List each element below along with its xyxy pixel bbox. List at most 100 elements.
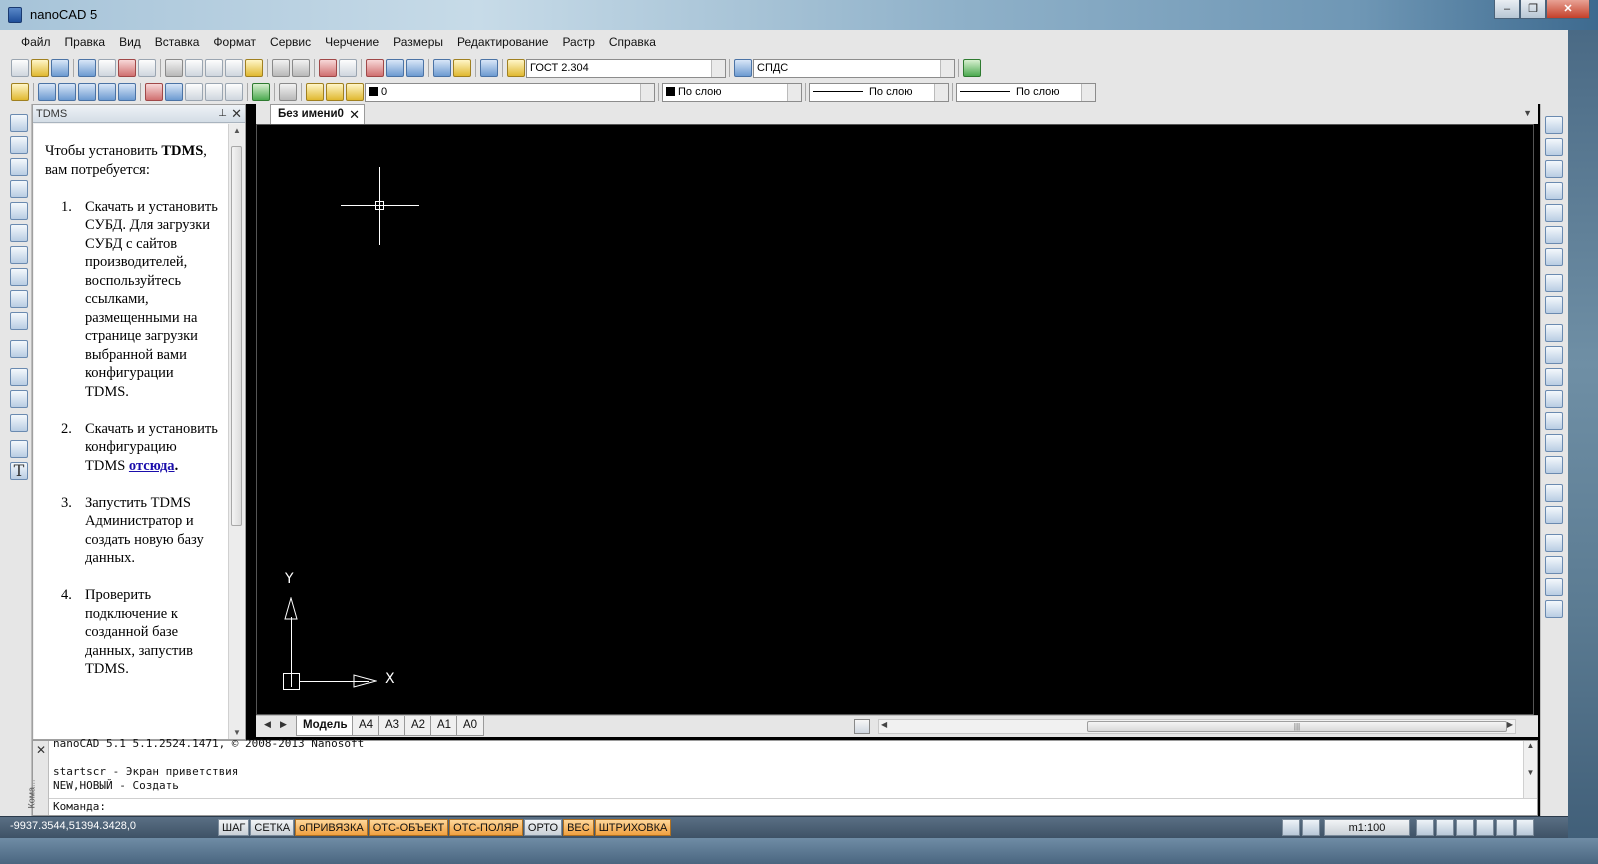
ortho-icon[interactable] bbox=[78, 83, 96, 101]
status-toggle-button[interactable]: ШАГ bbox=[218, 819, 250, 836]
layout-tab[interactable]: A0 bbox=[456, 716, 485, 736]
zoom-extents-icon[interactable] bbox=[386, 59, 404, 77]
regen-icon[interactable] bbox=[1496, 819, 1514, 836]
menu-item[interactable]: Редактирование bbox=[450, 30, 555, 54]
scroll-thumb[interactable] bbox=[231, 146, 242, 526]
point-icon[interactable] bbox=[10, 414, 28, 432]
menu-item[interactable]: Черчение bbox=[318, 30, 386, 54]
publish-icon[interactable] bbox=[138, 59, 156, 77]
angle-icon[interactable] bbox=[165, 83, 183, 101]
lineweight-select[interactable]: По слою bbox=[956, 82, 1096, 102]
trim-icon[interactable] bbox=[1545, 324, 1563, 342]
print-icon[interactable] bbox=[78, 59, 96, 77]
copy-object-icon[interactable] bbox=[1545, 138, 1563, 156]
menu-item[interactable]: Сервис bbox=[263, 30, 318, 54]
dim-style-select[interactable]: СПДС bbox=[753, 58, 955, 78]
layout-next-icon[interactable]: ▶ bbox=[280, 719, 287, 730]
cloud-icon[interactable] bbox=[10, 268, 28, 286]
open-file-icon[interactable] bbox=[31, 59, 49, 77]
array-icon[interactable] bbox=[1545, 204, 1563, 222]
settings-icon[interactable] bbox=[279, 83, 297, 101]
pin-icon[interactable]: ⊥ bbox=[218, 105, 227, 123]
line-icon[interactable] bbox=[10, 114, 28, 132]
offset-icon[interactable] bbox=[1545, 182, 1563, 200]
rectangle-icon[interactable] bbox=[10, 202, 28, 220]
paste-special-icon[interactable] bbox=[225, 59, 243, 77]
distance-icon[interactable] bbox=[433, 59, 451, 77]
copy-icon[interactable] bbox=[185, 59, 203, 77]
zoom-window-status-icon[interactable] bbox=[1456, 819, 1474, 836]
scroll-up-icon[interactable]: ▲ bbox=[232, 126, 242, 135]
menu-item[interactable]: Правка bbox=[58, 30, 113, 54]
polar-icon[interactable] bbox=[145, 83, 163, 101]
scroll-left-icon[interactable]: ◀ bbox=[881, 720, 887, 729]
layout-tab[interactable]: Модель bbox=[296, 716, 355, 736]
lengthen-icon[interactable] bbox=[1545, 456, 1563, 474]
command-window-handle[interactable]: ✕ Кома... bbox=[26, 741, 49, 815]
new-file-icon[interactable] bbox=[11, 59, 29, 77]
status-toggle-button[interactable]: ШТРИХОВКА bbox=[594, 819, 672, 836]
panel-close-icon[interactable]: ✕ bbox=[231, 105, 242, 123]
command-scrollbar[interactable]: ▲ ▼ bbox=[1523, 741, 1537, 798]
check-icon[interactable] bbox=[252, 83, 270, 101]
text-style-select[interactable]: ГОСТ 2.304 bbox=[526, 58, 726, 78]
menu-item[interactable]: Растр bbox=[555, 30, 601, 54]
spds-icon[interactable] bbox=[963, 59, 981, 77]
status-toggle-button[interactable]: ВЕС bbox=[563, 819, 594, 836]
ellipse-icon[interactable] bbox=[10, 312, 28, 330]
layer-lock-icon[interactable] bbox=[346, 83, 364, 101]
image-icon[interactable] bbox=[10, 390, 28, 408]
zoom-realtime-icon[interactable] bbox=[1436, 819, 1454, 836]
horizontal-scrollbar[interactable]: ◀ ||| ▶ bbox=[878, 719, 1516, 734]
layout-tab[interactable]: A2 bbox=[404, 716, 433, 736]
status-toggle-button[interactable]: СЕТКА bbox=[250, 819, 295, 836]
edit-icon[interactable] bbox=[1545, 506, 1563, 524]
chamfer-icon[interactable] bbox=[1545, 412, 1563, 430]
mirror-icon[interactable] bbox=[1545, 160, 1563, 178]
layout-switch-icon[interactable] bbox=[854, 719, 870, 734]
circle-icon[interactable] bbox=[10, 246, 28, 264]
status-toggle-button[interactable]: ОТС-ОБЪЕКТ bbox=[368, 819, 449, 836]
ungroup-icon[interactable] bbox=[1545, 556, 1563, 574]
panel-scrollbar[interactable]: ▲ ▼ bbox=[228, 124, 244, 739]
close-button[interactable]: ✕ bbox=[1546, 0, 1590, 19]
table-icon[interactable] bbox=[10, 440, 28, 458]
select-icon[interactable] bbox=[38, 83, 56, 101]
save-icon[interactable] bbox=[51, 59, 69, 77]
print-preview-icon[interactable] bbox=[98, 59, 116, 77]
annotation-scale[interactable]: m1:100 bbox=[1324, 819, 1410, 836]
text-icon[interactable]: T bbox=[10, 462, 28, 480]
menu-item[interactable]: Справка bbox=[602, 30, 663, 54]
status-toggle-button[interactable]: оПРИВЯЗКА bbox=[295, 819, 368, 836]
snap-icon[interactable] bbox=[118, 83, 136, 101]
zoom-window-icon[interactable] bbox=[366, 59, 384, 77]
scroll-down-icon[interactable]: ▼ bbox=[232, 728, 242, 737]
help-icon[interactable] bbox=[480, 59, 498, 77]
layer-freeze-icon[interactable] bbox=[326, 83, 344, 101]
scale-icon[interactable] bbox=[1545, 274, 1563, 292]
construction-line-icon[interactable] bbox=[10, 136, 28, 154]
fullscreen-icon[interactable] bbox=[1516, 819, 1534, 836]
measure-icon[interactable] bbox=[453, 59, 471, 77]
region-icon[interactable] bbox=[1545, 578, 1563, 596]
zoom-icon[interactable] bbox=[406, 59, 424, 77]
redo-icon[interactable] bbox=[292, 59, 310, 77]
layer-icon[interactable] bbox=[319, 59, 337, 77]
command-close-icon[interactable]: ✕ bbox=[36, 743, 46, 757]
menu-item[interactable]: Размеры bbox=[386, 30, 450, 54]
spline-icon[interactable] bbox=[10, 290, 28, 308]
stretch-icon[interactable] bbox=[58, 83, 76, 101]
polyline-icon[interactable] bbox=[10, 158, 28, 176]
grid-icon[interactable] bbox=[98, 83, 116, 101]
paper-space-icon[interactable] bbox=[1302, 819, 1320, 836]
pan-icon[interactable] bbox=[1416, 819, 1434, 836]
layer-manager-icon[interactable] bbox=[11, 83, 29, 101]
color-select[interactable]: По слою bbox=[662, 82, 802, 102]
text-style-icon[interactable] bbox=[507, 59, 525, 77]
explode-icon[interactable] bbox=[1545, 484, 1563, 502]
break-icon[interactable] bbox=[1545, 368, 1563, 386]
group-icon[interactable] bbox=[1545, 534, 1563, 552]
plot-icon[interactable] bbox=[118, 59, 136, 77]
block-icon[interactable] bbox=[185, 83, 203, 101]
fillet-icon[interactable] bbox=[1545, 434, 1563, 452]
